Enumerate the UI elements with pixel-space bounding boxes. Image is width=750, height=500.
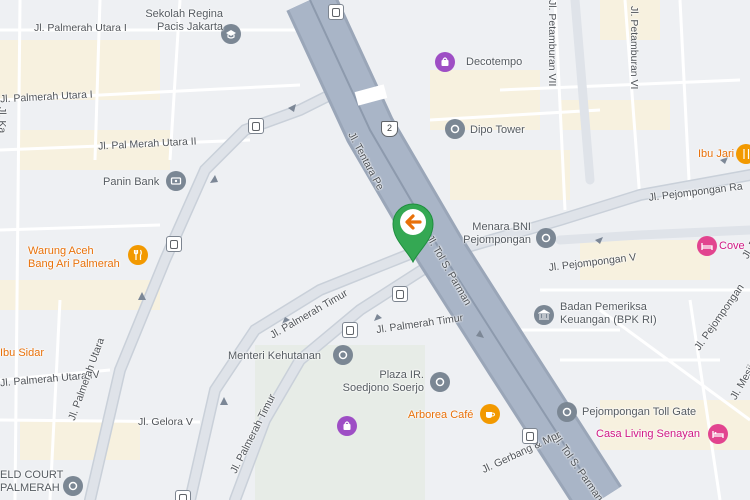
bus-stop-icon[interactable] (342, 322, 358, 338)
place-label-decotempo[interactable]: Decotempo (466, 56, 522, 69)
building-icon[interactable] (333, 345, 353, 365)
place-label-warung-aceh[interactable]: Warung Aceh Bang Ari Palmerah (28, 245, 120, 271)
bus-stop-icon[interactable] (175, 490, 191, 500)
map-canvas[interactable]: 2 Jl. Palmerah Utara I Jl. Palmerah Utar… (0, 0, 750, 500)
government-icon[interactable] (534, 305, 554, 325)
hotel-icon[interactable] (708, 424, 728, 444)
place-label-menara-bni[interactable]: Menara BNI Pejompongan (461, 221, 531, 247)
place-label-menteri-kehutanan[interactable]: Menteri Kehutanan (228, 350, 321, 363)
place-label-plaza-ir[interactable]: Plaza IR. Soedjono Soerjo (342, 369, 424, 395)
cafe-icon[interactable] (480, 404, 500, 424)
bus-stop-icon[interactable] (248, 118, 264, 134)
road-label: Jl. Petamburan VI (628, 6, 640, 90)
building-icon[interactable] (430, 372, 450, 392)
place-label-ibu-jari[interactable]: Ibu Jari (698, 148, 734, 161)
place-label-casa-living[interactable]: Casa Living Senayan (596, 428, 700, 441)
road-label: Jl. Gelora V (138, 416, 193, 428)
highway-shield: 2 (381, 121, 398, 137)
place-label-dipo-tower[interactable]: Dipo Tower (470, 124, 525, 137)
place-label-toll-gate[interactable]: Pejompongan Toll Gate (582, 406, 696, 419)
shopping-icon[interactable] (337, 416, 357, 436)
place-label-eld-court[interactable]: ELD COURT PALMERAH (0, 469, 63, 495)
arrow-left-icon (402, 211, 424, 233)
shopping-icon[interactable] (435, 52, 455, 72)
place-label-cove[interactable]: Cove (719, 240, 745, 253)
restaurant-icon[interactable] (736, 144, 750, 164)
building-icon[interactable] (557, 402, 577, 422)
place-label-bpk[interactable]: Badan Pemeriksa Keuangan (BPK RI) (560, 301, 657, 327)
road-label: Jl. Ka (0, 107, 8, 134)
bank-icon[interactable] (166, 171, 186, 191)
bus-stop-icon[interactable] (328, 4, 344, 20)
place-label-sekolah[interactable]: Sekolah Regina Pacis Jakarta (133, 8, 223, 34)
road-label: Jl. Petamburan VII (546, 0, 558, 87)
selected-location-pin[interactable] (387, 198, 439, 264)
hotel-icon[interactable] (697, 236, 717, 256)
building-icon[interactable] (63, 476, 83, 496)
restaurant-icon[interactable] (128, 245, 148, 265)
bus-stop-icon[interactable] (392, 286, 408, 302)
bus-stop-icon[interactable] (522, 428, 538, 444)
road-label: Jl. Palmerah Utara I (34, 22, 127, 34)
building-icon[interactable] (536, 228, 556, 248)
place-label-arborea-cafe[interactable]: Arborea Café (408, 409, 473, 422)
place-label-panin-bank[interactable]: Panin Bank (103, 176, 159, 189)
place-label-ibu-sidar[interactable]: Ibu Sidar (0, 347, 44, 360)
building-icon[interactable] (445, 119, 465, 139)
bus-stop-icon[interactable] (166, 236, 182, 252)
school-icon[interactable] (221, 24, 241, 44)
